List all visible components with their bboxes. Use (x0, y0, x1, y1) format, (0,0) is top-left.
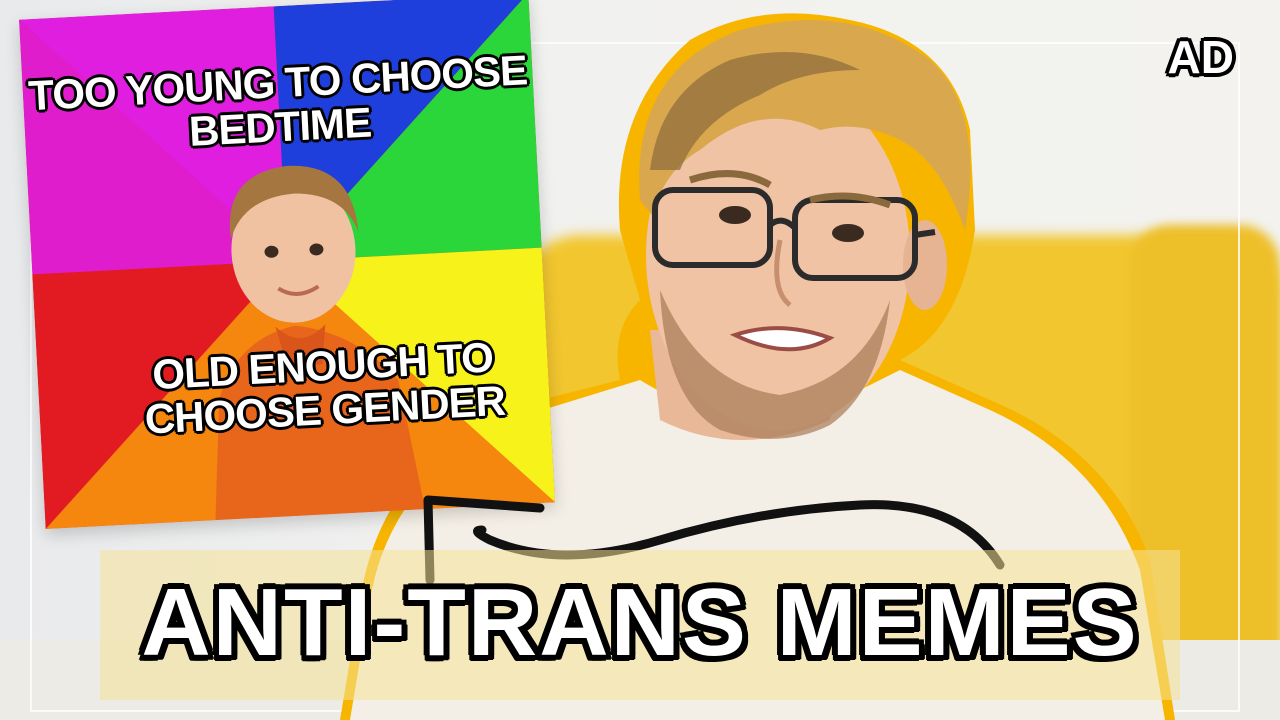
left-eye (719, 206, 751, 224)
thumbnail-title: ANTI-TRANS MEMES (141, 569, 1139, 676)
video-thumbnail: TOO YOUNG TO CHOOSE BEDTIME OLD ENOUGH T… (0, 0, 1280, 720)
ad-badge: AD (1167, 31, 1234, 83)
right-eye (832, 224, 864, 242)
meme-image: TOO YOUNG TO CHOOSE BEDTIME OLD ENOUGH T… (19, 0, 555, 529)
